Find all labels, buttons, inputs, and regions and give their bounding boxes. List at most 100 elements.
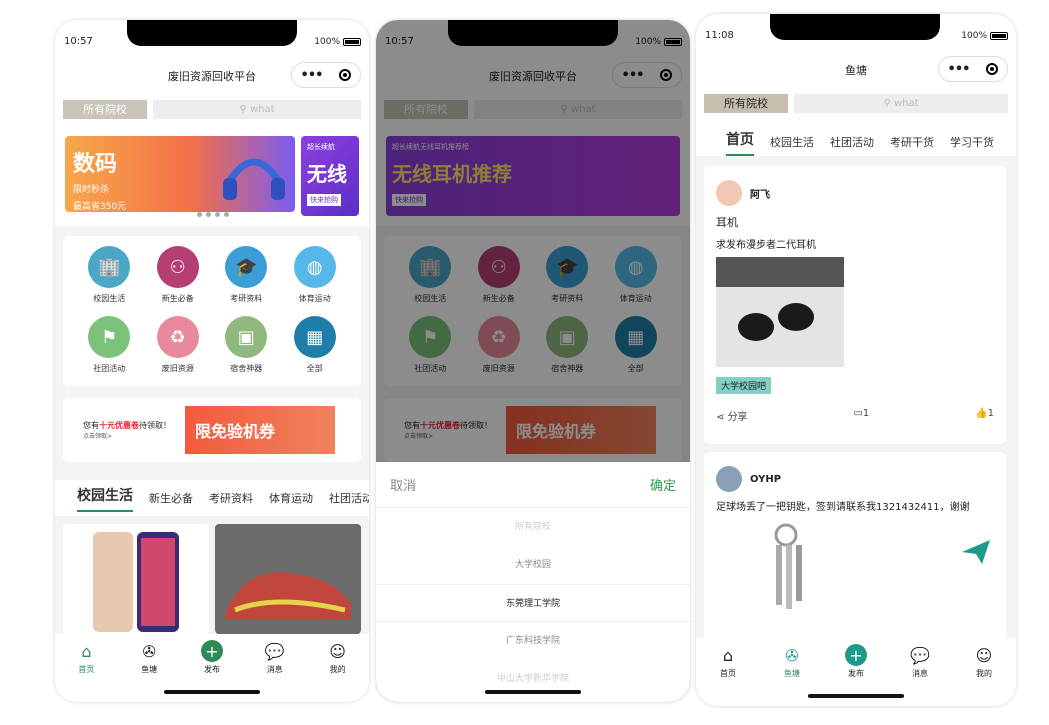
- post-tag[interactable]: 大学校园吧: [716, 377, 772, 394]
- building-icon: 🏢: [88, 246, 131, 288]
- category-label: 废旧资源: [161, 364, 194, 373]
- coupon-text: 您有十元优惠卷待领取！ 点击领取>: [83, 421, 171, 440]
- mini-program-capsule[interactable]: •••: [938, 56, 1008, 82]
- avatar[interactable]: [716, 466, 742, 492]
- shoe-image: [215, 524, 361, 634]
- user-icon: ☺: [975, 645, 993, 665]
- mini-program-capsule[interactable]: •••: [291, 62, 361, 88]
- picker-option[interactable]: 所有院校: [376, 508, 690, 546]
- picker-option[interactable]: 广东科技学院: [376, 622, 690, 660]
- tabbar-messages[interactable]: 💬 消息: [255, 640, 295, 702]
- aperture-icon: ✇: [142, 641, 156, 661]
- picker-cancel-button[interactable]: 取消: [390, 475, 416, 494]
- search-input[interactable]: ⚲ what: [794, 94, 1008, 113]
- tab-clubs[interactable]: 社团活动: [830, 134, 874, 150]
- tab-clubs[interactable]: 社团活动: [329, 490, 369, 506]
- picker-confirm-button[interactable]: 确定: [650, 475, 676, 494]
- banner-slide-digital[interactable]: 数码 限时秒杀 最高省350元: [65, 136, 295, 212]
- school-picker: 取消 确定 所有院校 大学校园 东莞理工学院 广东科技学院 中山大学新华学院: [376, 462, 690, 702]
- category-item[interactable]: ⚇ 新生必备: [144, 246, 213, 306]
- graduation-cap-icon: 🎓: [225, 246, 268, 288]
- tab-freshman[interactable]: 新生必备: [149, 490, 193, 506]
- more-icon[interactable]: •••: [301, 68, 324, 83]
- search-icon: ⚲: [239, 104, 250, 115]
- tabbar-messages[interactable]: 💬 消息: [900, 644, 940, 706]
- category-grid: 🏢 校园生活 ⚇ 新生必备 🎓 考研资料 ◍ 体育运动 ⚑ 社团活动 ♻ 废旧资源 ▣ 宿舍神…: [63, 236, 361, 386]
- search-input[interactable]: ⚲ what: [153, 100, 361, 119]
- post-author[interactable]: 阿飞: [750, 190, 770, 201]
- people-icon: ⚇: [156, 246, 199, 288]
- tab-home[interactable]: 首页: [726, 129, 754, 156]
- school-selector-button[interactable]: 所有院校: [704, 94, 788, 113]
- carousel-dots: [197, 212, 229, 217]
- tab-sports[interactable]: 体育运动: [269, 490, 313, 506]
- category-item[interactable]: ▣ 宿舍神器: [212, 316, 281, 376]
- banner-carousel[interactable]: 数码 限时秒杀 最高省350元 超长续航 无线 快来抢购: [65, 136, 359, 216]
- tabbar-home[interactable]: ⌂ 首页: [708, 644, 748, 706]
- pond-tabs: 首页 校园生活 社团活动 考研干货 学习干货: [696, 124, 1016, 160]
- plus-circle-icon: +: [200, 640, 223, 662]
- category-label: 全部: [306, 364, 323, 373]
- status-battery: 100%: [314, 37, 361, 47]
- search-icon: ⚲: [883, 98, 894, 109]
- earbuds-image: [716, 257, 844, 367]
- coupon-link[interactable]: 点击领取>: [83, 431, 171, 440]
- share-button[interactable]: ⋖ 分享: [716, 408, 748, 423]
- plus-circle-icon: +: [845, 644, 867, 666]
- home-indicator: [808, 694, 904, 698]
- aperture-icon: ✇: [785, 645, 799, 665]
- close-target-icon[interactable]: [339, 69, 352, 81]
- school-selector-button[interactable]: 所有院校: [63, 100, 147, 119]
- category-item[interactable]: ◍ 体育运动: [281, 246, 350, 306]
- phone-pond-screen: 11:08 100% 鱼塘 ••• 所有院校 ⚲ what 首页 校园生活 社团…: [696, 14, 1016, 706]
- product-card-phone[interactable]: [63, 524, 209, 634]
- coupon-banner[interactable]: 限免验机券: [185, 406, 335, 454]
- tab-exam-materials[interactable]: 考研资料: [209, 490, 253, 506]
- picker-header: 取消 确定: [376, 462, 690, 508]
- home-indicator: [485, 690, 581, 694]
- search-row: 所有院校 ⚲ what: [63, 100, 361, 119]
- tab-study-tips[interactable]: 学习干货: [950, 134, 994, 150]
- send-icon[interactable]: [960, 538, 992, 566]
- home-icon: ⌂: [81, 641, 92, 661]
- category-item[interactable]: 🎓 考研资料: [212, 246, 281, 306]
- tabbar-pond[interactable]: ✇ 鱼塘: [772, 644, 812, 706]
- category-label: 考研资料: [230, 294, 263, 303]
- category-tabs: 校园生活 新生必备 考研资料 体育运动 社团活动: [55, 480, 369, 516]
- category-item[interactable]: ♻ 废旧资源: [144, 316, 213, 376]
- home-icon: ⌂: [722, 645, 734, 665]
- avatar[interactable]: [716, 180, 742, 206]
- flag-icon: ⚑: [88, 316, 131, 358]
- picker-option-selected[interactable]: 东莞理工学院: [376, 584, 690, 622]
- post-title: 耳机: [716, 216, 738, 229]
- category-item[interactable]: 🏢 校园生活: [75, 246, 144, 306]
- tab-campus-life[interactable]: 校园生活: [770, 134, 814, 150]
- tab-campus-life[interactable]: 校园生活: [77, 485, 133, 512]
- product-card-shoe[interactable]: [215, 524, 361, 634]
- chat-icon: 💬: [910, 645, 930, 665]
- picker-option[interactable]: 大学校园: [376, 546, 690, 584]
- notch: [127, 20, 297, 46]
- post-card[interactable]: 阿飞 耳机 求发布漫步者二代耳机 大学校园吧 ⋖ 分享 ▭1 👍1: [704, 166, 1006, 444]
- coupon-card[interactable]: 您有十元优惠卷待领取！ 点击领取> 限免验机券: [63, 398, 361, 462]
- category-item[interactable]: ⚑ 社团活动: [75, 316, 144, 376]
- like-button[interactable]: 👍1: [975, 408, 994, 423]
- close-target-icon[interactable]: [986, 63, 999, 75]
- category-label: 校园生活: [93, 294, 126, 303]
- more-icon[interactable]: •••: [948, 62, 971, 77]
- search-row: 所有院校 ⚲ what: [704, 94, 1008, 113]
- post-card[interactable]: OYHP 足球场丢了一把钥匙，签到请联系我1321432411，谢谢: [704, 452, 1006, 652]
- recycle-box-icon: ♻: [156, 316, 199, 358]
- tabbar-home[interactable]: ⌂ 首页: [66, 640, 106, 702]
- tabbar-mine[interactable]: ☺ 我的: [318, 640, 358, 702]
- tab-exam-tips[interactable]: 考研干货: [890, 134, 934, 150]
- tabbar-mine[interactable]: ☺ 我的: [964, 644, 1004, 706]
- post-author[interactable]: OYHP: [750, 474, 781, 485]
- banner-slide-wireless[interactable]: 超长续航 无线 快来抢购: [301, 136, 359, 216]
- category-item[interactable]: ▦ 全部: [281, 316, 350, 376]
- phone-home-screen: 10:57 100% 废旧资源回收平台 ••• 所有院校 ⚲ what 数码 限…: [55, 20, 369, 702]
- post-body: 足球场丢了一把钥匙，签到请联系我1321432411，谢谢: [716, 502, 970, 513]
- comment-button[interactable]: ▭1: [853, 408, 869, 423]
- post-body: 求发布漫步者二代耳机: [716, 240, 816, 251]
- banner-tiny: 超长续航: [307, 143, 335, 151]
